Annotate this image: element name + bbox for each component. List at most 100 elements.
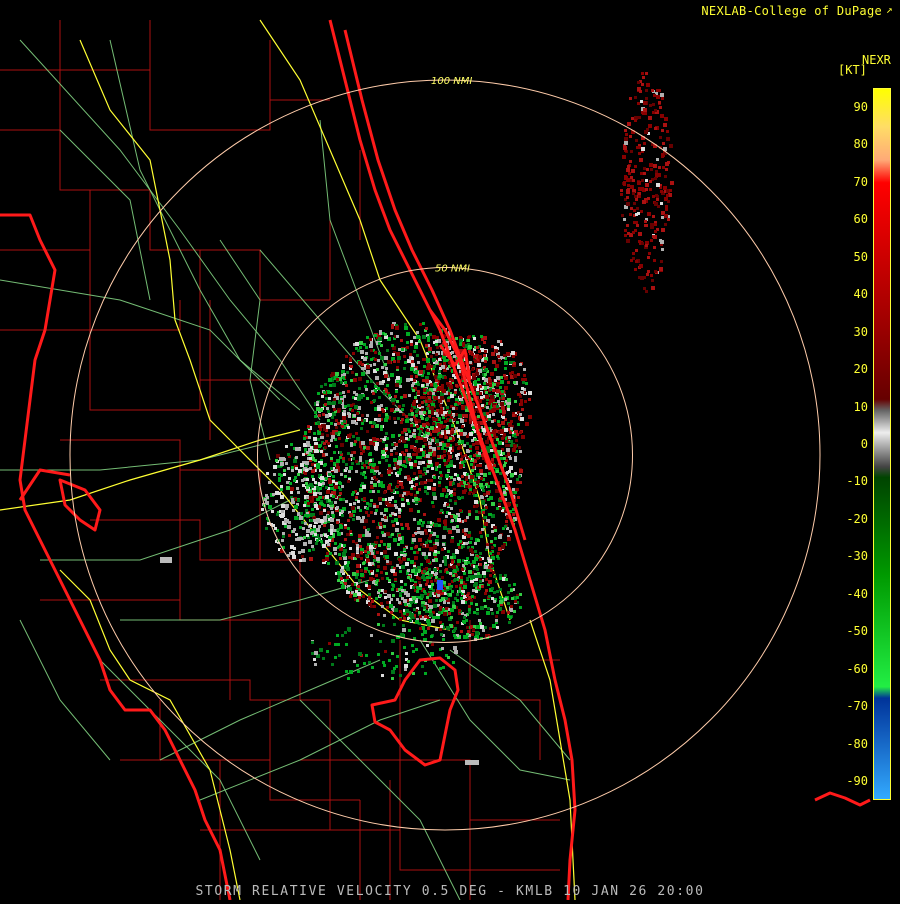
echo-pixel xyxy=(647,256,650,259)
echo-pixel xyxy=(307,425,310,428)
echo-pixel xyxy=(503,464,506,467)
echo-pixel xyxy=(403,492,406,495)
echo-pixel xyxy=(496,590,499,593)
echo-pixel xyxy=(492,399,495,402)
echo-pixel xyxy=(428,529,431,532)
echo-pixel xyxy=(413,429,416,432)
echo-pixel xyxy=(467,561,470,564)
echo-pixel xyxy=(633,202,636,205)
echo-pixel xyxy=(456,421,459,424)
echo-pixel xyxy=(430,355,433,358)
echo-pixel xyxy=(271,510,274,513)
echo-pixel xyxy=(352,540,355,543)
echo-pixel xyxy=(665,168,668,171)
echo-pixel xyxy=(467,339,470,342)
echo-pixel xyxy=(308,549,311,552)
echo-pixel xyxy=(468,510,471,513)
coastline-segment xyxy=(0,213,232,901)
echo-pixel xyxy=(397,356,401,360)
echo-pixel xyxy=(333,451,336,454)
echo-pixel xyxy=(499,588,502,591)
echo-pixel xyxy=(419,430,422,433)
echo-pixel xyxy=(457,518,461,522)
echo-pixel xyxy=(475,565,478,568)
product-caption: STORM RELATIVE VELOCITY 0.5 DEG - KMLB 1… xyxy=(195,884,705,899)
echo-pixel xyxy=(483,341,486,344)
echo-pixel xyxy=(429,547,433,551)
echo-pixel xyxy=(293,547,296,550)
echo-pixel xyxy=(302,484,305,487)
echo-pixel xyxy=(625,133,628,136)
echo-pixel xyxy=(406,346,409,349)
echo-pixel xyxy=(338,654,341,657)
echo-pixel xyxy=(462,342,465,345)
echo-pixel xyxy=(448,530,452,534)
echo-pixel xyxy=(365,511,368,514)
echo-pixel xyxy=(479,464,482,467)
echo-pixel xyxy=(424,615,427,618)
echo-pixel xyxy=(320,450,323,453)
echo-pixel xyxy=(643,108,647,112)
echo-pixel xyxy=(348,415,351,418)
echo-pixel xyxy=(388,464,391,467)
legend-tick: 60 xyxy=(853,212,868,226)
external-link-icon[interactable]: ↗ xyxy=(886,4,896,15)
echo-pixel xyxy=(476,457,479,460)
echo-pixel xyxy=(460,458,463,461)
echo-pixel xyxy=(399,570,402,573)
echo-pixel xyxy=(647,270,650,273)
echo-pixel xyxy=(406,378,410,382)
echo-pixel xyxy=(261,508,264,511)
echo-pixel xyxy=(458,609,461,612)
echo-pixel xyxy=(452,565,456,569)
echo-pixel xyxy=(360,427,363,430)
echo-pixel xyxy=(420,415,423,418)
echo-pixel xyxy=(632,252,635,255)
echo-pixel xyxy=(437,455,440,458)
echo-pixel xyxy=(491,597,494,600)
echo-pixel xyxy=(350,454,353,457)
echo-pixel xyxy=(479,531,482,534)
echo-pixel xyxy=(371,600,374,603)
echo-pixel xyxy=(524,378,527,381)
echo-pixel xyxy=(473,454,476,457)
echo-pixel xyxy=(428,599,432,603)
echo-pixel xyxy=(464,414,468,418)
echo-pixel xyxy=(425,397,428,400)
echo-pixel xyxy=(359,509,362,512)
echo-pixel xyxy=(347,480,350,483)
echo-pixel xyxy=(528,415,532,419)
echo-pixel xyxy=(396,564,399,567)
echo-pixel xyxy=(394,578,397,581)
echo-pixel xyxy=(491,502,495,506)
echo-pixel xyxy=(323,442,326,445)
echo-pixel xyxy=(357,417,361,421)
echo-pixel xyxy=(314,663,317,666)
echo-pixel xyxy=(496,405,499,408)
echo-pixel xyxy=(516,481,519,484)
echo-pixel xyxy=(443,450,446,453)
echo-pixel xyxy=(418,548,421,551)
echo-pixel xyxy=(443,556,447,560)
echo-pixel xyxy=(486,491,490,495)
echo-pixel xyxy=(287,467,290,470)
echo-pixel xyxy=(487,607,490,610)
echo-pixel xyxy=(448,612,451,615)
echo-pixel xyxy=(394,504,397,507)
echo-pixel xyxy=(419,587,422,590)
echo-pixel xyxy=(362,473,365,476)
echo-pixel xyxy=(381,605,384,608)
legend-tick: 10 xyxy=(853,400,868,414)
echo-pixel xyxy=(299,559,302,562)
echo-pixel xyxy=(422,322,425,325)
echo-pixel xyxy=(466,435,469,438)
echo-pixel xyxy=(458,440,461,443)
echo-pixel xyxy=(656,89,659,92)
echo-pixel xyxy=(378,589,381,592)
echo-pixel xyxy=(504,361,508,365)
echo-pixel xyxy=(404,668,407,671)
echo-pixel xyxy=(391,324,394,327)
echo-pixel xyxy=(337,410,340,413)
echo-pixel xyxy=(638,192,641,195)
echo-pixel xyxy=(468,492,471,495)
